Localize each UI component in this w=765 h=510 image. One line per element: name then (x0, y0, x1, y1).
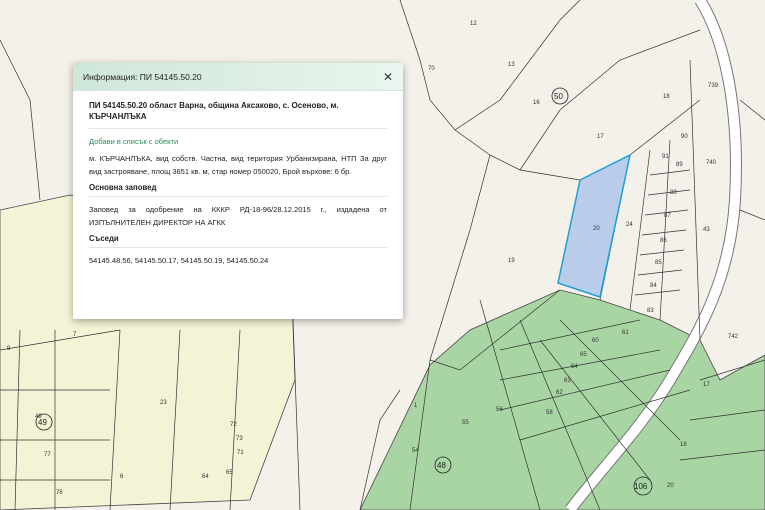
parcel-heading: ПИ 54145.50.20 област Варна, община Акса… (89, 101, 339, 121)
plot-label: 73 (236, 436, 243, 442)
plot-label: 83 (647, 308, 654, 314)
popup-title: Информация: ПИ 54145.50.20 (83, 71, 202, 82)
plot-label: 19 (508, 258, 515, 264)
plot-label: 85 (655, 260, 662, 266)
plot-label: 70 (428, 66, 435, 72)
neighbors-text: 54145.48.56, 54145.50.17, 54145.50.19, 5… (89, 256, 269, 265)
plot-label: 12 (470, 21, 477, 27)
plot-label: 61 (622, 330, 629, 336)
popup-header: Информация: ПИ 54145.50.20 ✕ (73, 63, 403, 91)
plot-label: 60 (592, 338, 599, 344)
plot-label: 64 (202, 474, 209, 480)
plot-label: 84 (650, 283, 657, 289)
plot-label: 89 (676, 162, 683, 168)
plot-label: 90 (681, 134, 688, 140)
plot-label: 63 (564, 378, 571, 384)
plot-label: 43 (703, 227, 710, 233)
block-label: 49 (38, 418, 47, 427)
plot-label: 18 (680, 442, 687, 448)
plot-label: 76 (56, 490, 63, 496)
plot-label: 86 (660, 238, 667, 244)
plot-label: 72 (230, 422, 237, 428)
plot-label: 17 (703, 382, 710, 388)
plot-label: 62 (556, 390, 563, 396)
plot-label: 20 (667, 483, 674, 489)
block-label: 48 (437, 461, 446, 470)
plot-label: 17 (597, 134, 604, 140)
plot-label: 65 (226, 470, 233, 476)
plot-label: 739 (708, 83, 719, 89)
plot-label: 54 (412, 448, 419, 454)
plot-label: 13 (508, 62, 515, 68)
plot-label: 740 (706, 160, 717, 166)
order-section-title: Основна заповед (89, 183, 157, 192)
neighbors-section-title: Съседи (89, 234, 119, 243)
plot-label: 18 (663, 94, 670, 100)
plot-label: 91 (662, 154, 669, 160)
order-text: Заповед за одобрение на КККР РД-18-96/28… (89, 205, 387, 227)
add-to-list-link[interactable]: Добави в списък с обекти (89, 137, 387, 146)
plot-label: 64 (571, 364, 578, 370)
block-label: 106 (634, 482, 648, 491)
plot-label: 55 (462, 420, 469, 426)
plot-label: 16 (533, 100, 540, 106)
parcel-info-popup: Информация: ПИ 54145.50.20 ✕ ПИ 54145.50… (73, 63, 403, 319)
parcel-description: м. КЪРЧАНЛЪКА, вид собств. Частна, вид т… (89, 154, 387, 176)
block-label: 50 (554, 92, 563, 101)
plot-label: 58 (546, 410, 553, 416)
plot-label: 24 (626, 222, 633, 228)
plot-label: 20 (593, 226, 600, 232)
plot-label: 71 (237, 450, 244, 456)
plot-label: 742 (728, 334, 739, 340)
plot-label: 77 (44, 452, 51, 458)
plot-label: 65 (580, 352, 587, 358)
plot-label: 23 (160, 400, 167, 406)
close-icon[interactable]: ✕ (383, 71, 393, 83)
divider (89, 247, 387, 248)
plot-label: 87 (664, 213, 671, 219)
divider (89, 196, 387, 197)
plot-label: 88 (670, 190, 677, 196)
plot-label: 56 (496, 407, 503, 413)
popup-body: ПИ 54145.50.20 област Варна, община Акса… (73, 91, 403, 267)
divider (89, 128, 387, 129)
